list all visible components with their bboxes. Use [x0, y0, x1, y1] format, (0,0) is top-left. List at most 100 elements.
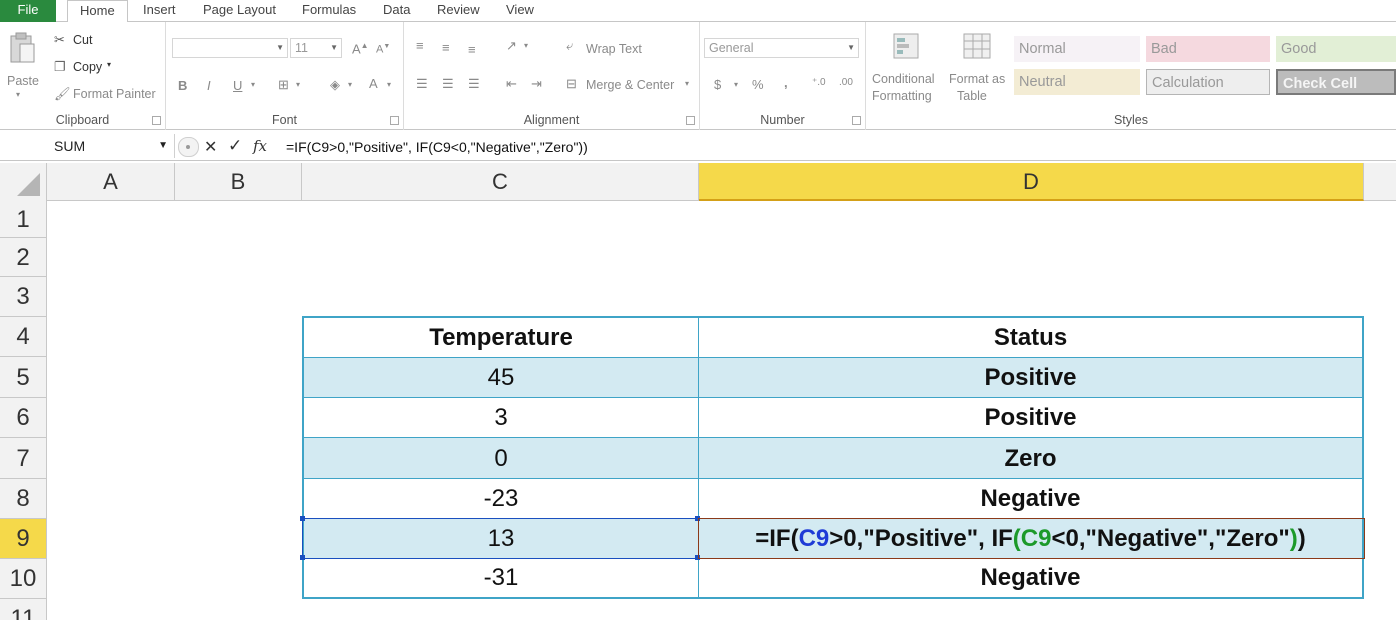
font-color-dropdown-icon[interactable]: ▾ [387, 80, 391, 89]
paste-button[interactable]: Paste ▾ [4, 30, 40, 100]
cell-d8[interactable]: Negative [699, 479, 1362, 519]
increase-decimal-icon[interactable]: ⁺.0 [812, 77, 826, 88]
borders-dropdown-icon[interactable]: ▾ [296, 80, 300, 89]
format-painter-button[interactable]: Format Painter [73, 87, 156, 101]
orientation-icon[interactable]: ↗ [506, 38, 517, 54]
tab-home[interactable]: Home [67, 0, 128, 23]
merge-center-button[interactable]: Merge & Center [586, 78, 674, 92]
cancel-icon[interactable]: ✕ [204, 137, 217, 157]
copy-button[interactable]: Copy [73, 60, 102, 74]
cell-d10[interactable]: Negative [699, 559, 1362, 597]
align-top-icon[interactable]: ≡ [416, 38, 424, 53]
conditional-formatting-button[interactable]: Conditional Formatting [868, 30, 944, 103]
ref-handle-top-right[interactable] [695, 516, 700, 521]
row-header-9[interactable]: 9 [0, 519, 47, 559]
align-bottom-icon[interactable]: ≡ [468, 42, 476, 57]
tab-data[interactable]: Data [383, 0, 410, 22]
align-right-icon[interactable]: ☰ [468, 76, 480, 92]
currency-button[interactable]: $ [714, 77, 721, 92]
row-header-7[interactable]: 7 [0, 438, 47, 479]
cell-c9[interactable]: 13 [304, 519, 699, 559]
style-neutral[interactable]: Neutral [1014, 69, 1140, 95]
cell-d9-editing[interactable]: =IF(C9>0,"Positive", IF(C9<0,"Negative",… [699, 519, 1362, 559]
cut-button[interactable]: Cut [73, 33, 92, 47]
alignment-launcher-icon[interactable] [686, 116, 695, 125]
tab-formulas[interactable]: Formulas [302, 0, 356, 22]
cell-d5[interactable]: Positive [699, 358, 1362, 398]
style-check-cell[interactable]: Check Cell [1276, 69, 1396, 95]
style-normal[interactable]: Normal [1014, 36, 1140, 62]
row-header-5[interactable]: 5 [0, 357, 47, 398]
formula-input[interactable]: =IF(C9>0,"Positive", IF(C9<0,"Negative",… [286, 135, 588, 159]
percent-button[interactable]: % [752, 77, 764, 92]
row-header-4[interactable]: 4 [0, 317, 47, 357]
row-header-11[interactable]: 11 [0, 599, 47, 620]
italic-icon[interactable]: I [207, 78, 211, 93]
font-launcher-icon[interactable] [390, 116, 399, 125]
select-all-corner[interactable] [0, 163, 47, 201]
cell-d6[interactable]: Positive [699, 398, 1362, 438]
fill-color-dropdown-icon[interactable]: ▾ [348, 80, 352, 89]
ref-handle-top-left[interactable] [300, 516, 305, 521]
cell-d7[interactable]: Zero [699, 438, 1362, 479]
cell-c5[interactable]: 45 [304, 358, 699, 398]
name-box[interactable]: SUM ▼ [0, 134, 175, 158]
row-header-6[interactable]: 6 [0, 398, 47, 438]
underline-icon[interactable]: U [233, 78, 242, 93]
enter-check-icon[interactable]: ✓ [228, 136, 242, 156]
increase-indent-icon[interactable]: ⇥ [531, 76, 542, 92]
cell-c7[interactable]: 0 [304, 438, 699, 479]
copy-dropdown-icon[interactable]: ▾ [107, 60, 111, 69]
tab-file[interactable]: File [0, 0, 56, 22]
number-format-combo[interactable]: General ▼ [704, 38, 859, 58]
font-size-combo[interactable]: 11 ▼ [290, 38, 342, 58]
tab-insert[interactable]: Insert [143, 0, 176, 22]
wrap-text-button[interactable]: Wrap Text [586, 42, 642, 56]
grow-font-icon[interactable]: A▲ [352, 41, 369, 56]
bold-icon[interactable]: B [178, 78, 187, 93]
column-header-a[interactable]: A [47, 163, 175, 201]
style-bad[interactable]: Bad [1146, 36, 1270, 62]
orientation-dropdown-icon[interactable]: ▾ [524, 41, 528, 50]
insert-function-icon[interactable]: fx [253, 137, 267, 155]
currency-dropdown-icon[interactable]: ▾ [734, 80, 738, 89]
column-header-e[interactable] [1364, 163, 1396, 201]
merge-dropdown-icon[interactable]: ▾ [685, 79, 689, 88]
column-header-b[interactable]: B [175, 163, 302, 201]
format-as-table-button[interactable]: Format as Table [946, 30, 1012, 103]
tab-review[interactable]: Review [437, 0, 480, 22]
cell-c8[interactable]: -23 [304, 479, 699, 519]
row-header-1[interactable]: 1 [0, 201, 47, 238]
ref-handle-bottom-right[interactable] [695, 555, 700, 560]
style-calculation[interactable]: Calculation [1146, 69, 1270, 95]
decrease-decimal-icon[interactable]: .00 [839, 77, 853, 88]
shrink-font-icon[interactable]: A▼ [376, 43, 390, 56]
cell-c6[interactable]: 3 [304, 398, 699, 438]
row-header-8[interactable]: 8 [0, 479, 47, 519]
align-left-icon[interactable]: ☰ [416, 76, 428, 92]
align-center-icon[interactable]: ☰ [442, 76, 454, 92]
fill-color-icon[interactable]: ◈ [330, 77, 340, 93]
font-name-combo[interactable]: ▼ [172, 38, 288, 58]
style-good[interactable]: Good [1276, 36, 1396, 62]
tab-page-layout[interactable]: Page Layout [203, 0, 276, 22]
cell-d4-header[interactable]: Status [699, 318, 1362, 358]
comma-button[interactable]: , [784, 75, 788, 90]
column-header-d[interactable]: D [699, 163, 1364, 201]
row-header-10[interactable]: 10 [0, 559, 47, 599]
row-header-2[interactable]: 2 [0, 238, 47, 277]
tab-view[interactable]: View [506, 0, 534, 22]
column-header-c[interactable]: C [302, 163, 699, 201]
font-color-icon[interactable]: A [369, 76, 378, 91]
ref-handle-bottom-left[interactable] [300, 555, 305, 560]
name-box-dropdown-icon[interactable]: ▼ [158, 134, 168, 158]
borders-icon[interactable]: ⊞ [278, 77, 289, 93]
underline-dropdown-icon[interactable]: ▾ [251, 80, 255, 89]
cell-c10[interactable]: -31 [304, 559, 699, 597]
cell-c4-header[interactable]: Temperature [304, 318, 699, 358]
align-middle-icon[interactable]: ≡ [442, 40, 450, 55]
decrease-indent-icon[interactable]: ⇤ [506, 76, 517, 92]
clipboard-launcher-icon[interactable] [152, 116, 161, 125]
number-launcher-icon[interactable] [852, 116, 861, 125]
row-header-3[interactable]: 3 [0, 277, 47, 317]
